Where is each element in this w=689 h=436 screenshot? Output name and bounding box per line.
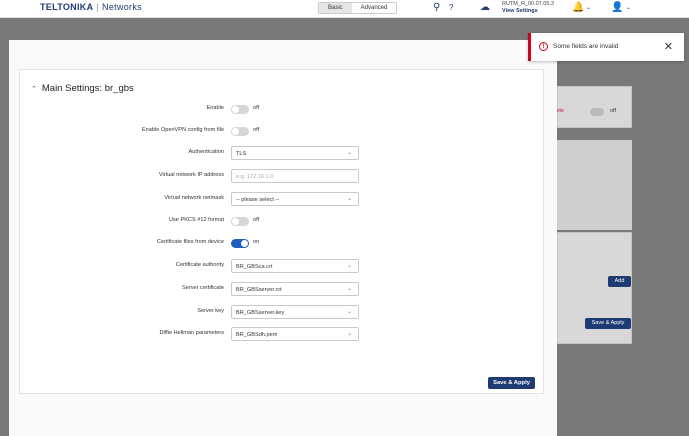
virtual-ip-input[interactable]: e.g. 172.16.1.0: [231, 169, 359, 183]
server-key-row: Server key BR_GBSserver.key ⌄: [20, 305, 543, 319]
netmask-select[interactable]: -- please select -- ⌄: [231, 192, 359, 206]
chevron-down-icon: ⌄: [346, 331, 352, 337]
field-label: Virtual network netmask: [164, 195, 224, 201]
select-value: TLS: [236, 151, 247, 157]
brand-logo[interactable]: TELTONIKA | Networks: [40, 2, 142, 12]
panel-header[interactable]: ⌃ Main Settings: br_gbs: [31, 83, 134, 94]
pkcs12-row: Use PKCS #12 format off: [20, 214, 543, 228]
toggle-knob: [241, 240, 248, 247]
background-toggle[interactable]: [590, 108, 604, 116]
background-toggle-state: off: [610, 108, 617, 114]
openvpn-config-toggle[interactable]: [231, 127, 249, 136]
toggle-state: off: [253, 105, 260, 111]
pkcs12-toggle[interactable]: [231, 217, 249, 226]
background-card: delete off: [549, 86, 632, 128]
select-value: BR_GBSserver.crt: [236, 287, 282, 293]
panel-title: Main Settings: br_gbs: [41, 83, 134, 94]
toggle-state: off: [253, 217, 260, 223]
toast-message: Some fields are invalid: [553, 43, 619, 50]
field-label: Certificate files from device: [156, 239, 224, 245]
toggle-state: off: [253, 127, 260, 133]
select-value: -- please select --: [236, 197, 280, 203]
field-label: Enable: [206, 105, 224, 111]
cert-from-device-row: Certificate files from device on: [20, 236, 543, 250]
field-label: Authentication: [188, 149, 224, 155]
field-label: Use PKCS #12 format: [168, 217, 224, 223]
save-apply-button[interactable]: Save & Apply: [488, 377, 535, 389]
chevron-down-icon: ⌄: [346, 309, 352, 315]
field-label: Certificate authority: [175, 262, 224, 268]
server-cert-row: Server certificate BR_GBSserver.crt ⌄: [20, 282, 543, 296]
background-save-apply-button[interactable]: Save & Apply: [585, 318, 631, 329]
chevron-down-icon[interactable]: ⌄: [626, 4, 631, 11]
toggle-knob: [232, 218, 239, 225]
cert-from-device-toggle[interactable]: [231, 239, 249, 248]
field-label: Enable OpenVPN config from file: [141, 127, 224, 133]
error-icon: !: [539, 42, 548, 51]
mode-basic-button[interactable]: Basic: [319, 3, 352, 13]
dh-params-select[interactable]: BR_GBSdh.pem ⌄: [231, 327, 359, 341]
chevron-down-icon: ⌄: [346, 150, 352, 156]
background-card: [557, 140, 632, 230]
bell-icon[interactable]: 🔔: [572, 2, 584, 13]
virtual-ip-row: Virtual network IP address e.g. 172.16.1…: [20, 169, 543, 183]
field-label: Server certificate: [182, 285, 224, 291]
server-cert-select[interactable]: BR_GBSserver.crt ⌄: [231, 282, 359, 296]
authentication-row: Authentication TLS ⌄: [20, 146, 543, 160]
cert-authority-select[interactable]: BR_GBSca.crt ⌄: [231, 259, 359, 273]
server-key-select[interactable]: BR_GBSserver.key ⌄: [231, 305, 359, 319]
brand-separator: |: [96, 2, 100, 12]
dh-params-row: Diffie Hellman parameters BR_GBSdh.pem ⌄: [20, 327, 543, 341]
toggle-knob: [232, 106, 239, 113]
user-icon[interactable]: 👤: [611, 2, 623, 13]
search-icon[interactable]: ⚲: [433, 2, 440, 13]
chevron-down-icon: ⌄: [346, 263, 352, 269]
cloud-upload-icon[interactable]: ☁: [480, 2, 490, 13]
error-toast: ! Some fields are invalid ✕: [528, 33, 684, 61]
top-bar: TELTONIKA | Networks Basic Advanced ⚲ ? ☁ …: [0, 0, 689, 18]
netmask-row: Virtual network netmask -- please select…: [20, 192, 543, 206]
firmware-info: RUTM_R_00.07.05.3 View Settings: [502, 1, 554, 15]
background-add-button[interactable]: Add: [608, 276, 631, 287]
cert-authority-row: Certificate authority BR_GBSca.crt ⌄: [20, 259, 543, 273]
mode-toggle: Basic Advanced: [318, 2, 398, 14]
field-label: Diffie Hellman parameters: [159, 330, 224, 336]
select-value: BR_GBSdh.pem: [236, 332, 278, 338]
select-value: BR_GBSserver.key: [236, 310, 285, 316]
toggle-knob: [232, 128, 239, 135]
field-label: Server key: [197, 308, 224, 314]
brand-subtitle: Networks: [102, 2, 142, 12]
toggle-state: on: [253, 239, 260, 245]
main-settings-panel: ⌃ Main Settings: br_gbs Enable off Enabl…: [19, 69, 544, 394]
chevron-down-icon: ⌄: [346, 286, 352, 292]
field-label: Virtual network IP address: [158, 172, 224, 178]
chevron-down-icon[interactable]: ⌄: [586, 4, 591, 11]
view-settings-link[interactable]: View Settings: [502, 8, 554, 15]
authentication-select[interactable]: TLS ⌄: [231, 146, 359, 160]
select-value: BR_GBSca.crt: [236, 264, 273, 270]
chevron-down-icon: ⌄: [346, 196, 352, 202]
brand-name: TELTONIKA: [40, 2, 94, 12]
chevron-up-icon[interactable]: ⌃: [31, 85, 37, 93]
firmware-version: RUTM_R_00.07.05.3: [502, 1, 554, 7]
enable-row: Enable off: [20, 102, 543, 116]
mode-advanced-button[interactable]: Advanced: [352, 3, 397, 13]
enable-toggle[interactable]: [231, 105, 249, 114]
help-icon[interactable]: ?: [449, 3, 453, 12]
close-icon[interactable]: ✕: [664, 40, 673, 53]
openvpn-config-row: Enable OpenVPN config from file off: [20, 124, 543, 138]
